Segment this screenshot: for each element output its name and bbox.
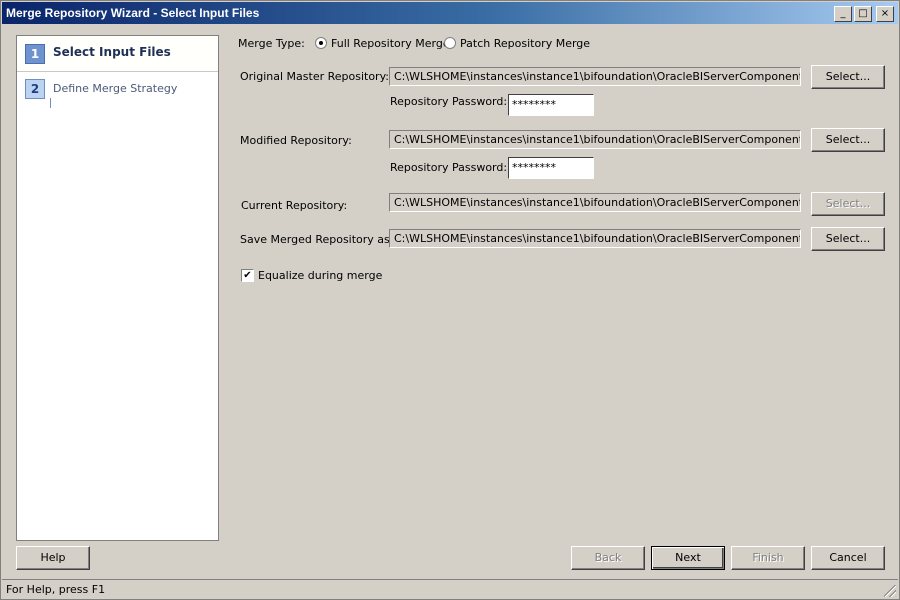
current-repo-path-field[interactable]: C:\WLSHOME\instances\instance1\bifoundat… bbox=[389, 193, 801, 212]
step-label: Select Input Files bbox=[53, 45, 171, 59]
merge-type-label: Merge Type: bbox=[238, 37, 305, 50]
step-number-badge: 1 bbox=[25, 44, 45, 64]
modified-password-field[interactable]: ******** bbox=[508, 157, 594, 179]
cancel-button[interactable]: Cancel bbox=[811, 546, 885, 570]
equalize-label[interactable]: Equalize during merge bbox=[258, 269, 382, 282]
next-button[interactable]: Next bbox=[651, 546, 725, 570]
step-select-input-files[interactable]: 1 Select Input Files bbox=[17, 36, 218, 72]
merge-wizard-window: Merge Repository Wizard - Select Input F… bbox=[0, 0, 900, 600]
resize-grip-icon[interactable] bbox=[884, 585, 896, 597]
original-select-button[interactable]: Select... bbox=[811, 65, 885, 89]
patch-merge-radio[interactable] bbox=[444, 37, 456, 49]
modified-select-button[interactable]: Select... bbox=[811, 128, 885, 152]
close-button[interactable]: × bbox=[876, 6, 894, 22]
modified-repo-label: Modified Repository: bbox=[240, 134, 352, 147]
status-bar: For Help, press F1 bbox=[2, 579, 898, 599]
current-select-button: Select... bbox=[811, 192, 885, 216]
wizard-steps-panel: 1 Select Input Files 2 Define Merge Stra… bbox=[16, 35, 219, 541]
full-merge-radio[interactable] bbox=[315, 37, 327, 49]
back-button: Back bbox=[571, 546, 645, 570]
close-icon: × bbox=[880, 8, 890, 19]
checkmark-icon: ✔ bbox=[243, 270, 252, 281]
minimize-icon: _ bbox=[840, 8, 846, 19]
modified-repo-path-field[interactable]: C:\WLSHOME\instances\instance1\bifoundat… bbox=[389, 130, 801, 149]
title-bar[interactable]: Merge Repository Wizard - Select Input F… bbox=[2, 2, 898, 24]
patch-merge-label[interactable]: Patch Repository Merge bbox=[460, 37, 590, 50]
maximize-button[interactable]: □ bbox=[854, 6, 872, 22]
save-merged-label: Save Merged Repository as: bbox=[240, 233, 394, 246]
save-merged-path-field[interactable]: C:\WLSHOME\instances\instance1\bifoundat… bbox=[389, 229, 801, 248]
step-define-merge-strategy[interactable]: 2 Define Merge Strategy bbox=[17, 72, 218, 104]
help-button[interactable]: Help bbox=[16, 546, 90, 570]
finish-button: Finish bbox=[731, 546, 805, 570]
equalize-checkbox[interactable]: ✔ bbox=[241, 269, 254, 282]
original-repo-path-field[interactable]: C:\WLSHOME\instances\instance1\bifoundat… bbox=[389, 67, 801, 86]
window-title: Merge Repository Wizard - Select Input F… bbox=[6, 6, 260, 20]
maximize-icon: □ bbox=[858, 8, 868, 19]
full-merge-label[interactable]: Full Repository Merge bbox=[331, 37, 450, 50]
step-number-badge: 2 bbox=[25, 79, 45, 99]
current-repo-label: Current Repository: bbox=[241, 199, 348, 212]
status-text: For Help, press F1 bbox=[6, 583, 106, 596]
original-password-label: Repository Password: bbox=[390, 95, 508, 108]
window-controls: _ □ × bbox=[834, 6, 894, 22]
modified-password-label: Repository Password: bbox=[390, 161, 508, 174]
step-label: Define Merge Strategy bbox=[53, 82, 178, 95]
original-password-field[interactable]: ******** bbox=[508, 94, 594, 116]
original-repo-label: Original Master Repository: bbox=[240, 70, 389, 83]
minimize-button[interactable]: _ bbox=[834, 6, 852, 22]
save-merged-select-button[interactable]: Select... bbox=[811, 227, 885, 251]
